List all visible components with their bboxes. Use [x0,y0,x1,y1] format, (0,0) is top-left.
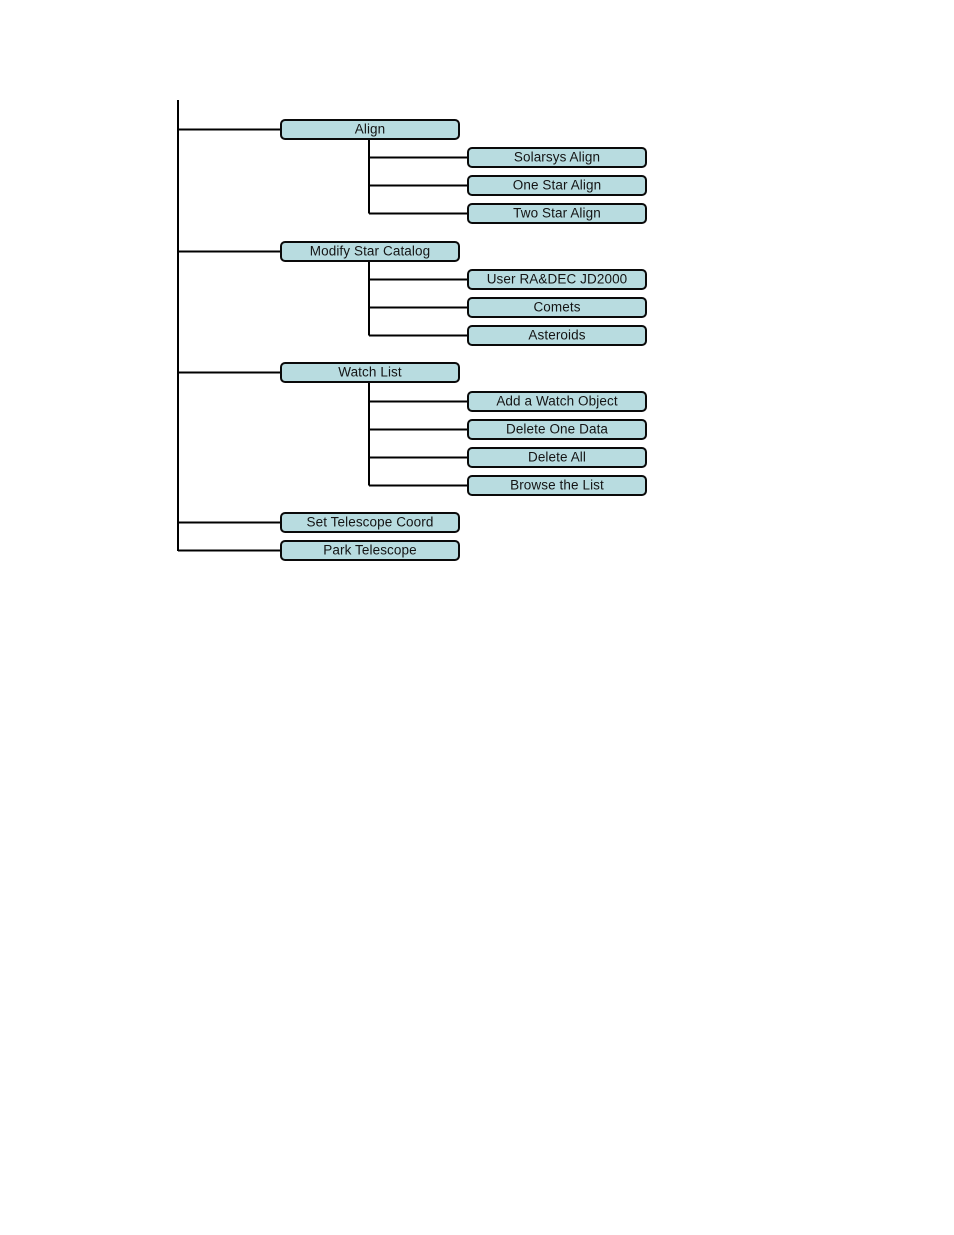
node-asteroids[interactable]: Asteroids [467,325,647,346]
node-label: Align [354,121,386,137]
node-solarsys-align[interactable]: Solarsys Align [467,147,647,168]
node-label: User RA&DEC JD2000 [486,271,628,287]
node-two-star-align[interactable]: Two Star Align [467,203,647,224]
node-modify-star-catalog[interactable]: Modify Star Catalog [280,241,460,262]
node-browse-the-list[interactable]: Browse the List [467,475,647,496]
node-label: Delete One Data [505,421,609,437]
node-comets[interactable]: Comets [467,297,647,318]
node-label: Two Star Align [513,205,601,221]
node-one-star-align[interactable]: One Star Align [467,175,647,196]
node-delete-all[interactable]: Delete All [467,447,647,468]
node-label: One Star Align [512,177,602,193]
node-label: Comets [533,299,581,315]
node-label: Watch List [338,364,402,380]
node-delete-one-data[interactable]: Delete One Data [467,419,647,440]
node-user-ra-dec-jd2000[interactable]: User RA&DEC JD2000 [467,269,647,290]
node-park-telescope[interactable]: Park Telescope [280,540,460,561]
node-set-telescope-coord[interactable]: Set Telescope Coord [280,512,460,533]
node-add-a-watch-object[interactable]: Add a Watch Object [467,391,647,412]
node-label: Park Telescope [323,542,417,558]
node-label: Asteroids [528,327,586,343]
node-label: Solarsys Align [513,149,601,165]
menu-tree-diagram: Align Solarsys Align One Star Align Two Sta… [0,0,954,1235]
node-label: Delete All [527,449,587,465]
node-align[interactable]: Align [280,119,460,140]
node-label: Browse the List [510,477,604,493]
node-label: Set Telescope Coord [306,514,434,530]
node-label: Add a Watch Object [496,393,618,409]
node-label: Modify Star Catalog [309,243,431,259]
node-watch-list[interactable]: Watch List [280,362,460,383]
